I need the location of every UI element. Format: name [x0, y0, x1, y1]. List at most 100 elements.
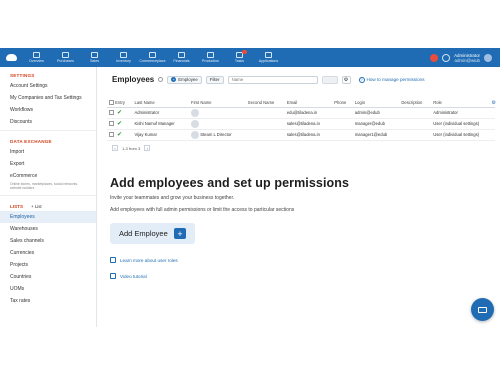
cell-second-name [245, 118, 285, 130]
nav-production[interactable]: Production [196, 48, 225, 67]
cell-login: manager@edub [352, 118, 400, 130]
manage-permissions-text: How to manage permissions [366, 77, 425, 82]
nav-financials[interactable]: Financials [167, 48, 196, 67]
add-employee-button-label: Add Employee [119, 229, 168, 238]
app-logo[interactable] [0, 48, 22, 67]
column-login[interactable]: Login [352, 98, 400, 108]
cloud-icon [5, 54, 17, 61]
row-checkbox[interactable] [109, 121, 114, 127]
sidebar-item-account-settings[interactable]: Account Settings [0, 80, 96, 92]
column-second-name[interactable]: Second Name [245, 98, 285, 108]
row-entry: ✔ [107, 129, 133, 141]
sidebar-item-sales-channels[interactable]: Sales channels [0, 235, 96, 247]
prev-page-button[interactable]: ‹ [112, 145, 118, 151]
bottom-margin [0, 327, 500, 375]
row-checkbox[interactable] [109, 132, 114, 138]
cell-avatar [189, 107, 246, 119]
video-tutorial-link[interactable]: Video tutorial [110, 273, 147, 279]
cell-email: edu@tiladena.in [284, 107, 333, 119]
envelope-icon [478, 306, 487, 313]
lists-header-row: LISTS + List [0, 198, 96, 211]
page-size-select[interactable] [321, 75, 338, 84]
account-info[interactable]: Administrator admin@wiub [454, 53, 480, 63]
manage-permissions-link[interactable]: ? How to manage permissions [358, 76, 425, 83]
sidebar-item-export[interactable]: Export [0, 158, 96, 170]
column-email[interactable]: Email [284, 98, 333, 108]
sidebar-item-employees[interactable]: Employees [0, 211, 96, 223]
check-icon: ✔ [117, 132, 123, 138]
select-all-checkbox[interactable] [109, 99, 114, 105]
cell-phone [332, 118, 353, 130]
add-employee-toolbar-button[interactable]: + Employee [167, 75, 202, 84]
sidebar-item-import[interactable]: Import [0, 146, 96, 158]
help-icon[interactable] [442, 53, 451, 62]
sidebar-item-workflows[interactable]: Workflows [0, 104, 96, 116]
pagination: ‹ 1-3 from 3 › [112, 145, 151, 151]
nav-overview[interactable]: Overview [22, 48, 51, 67]
factory-icon [207, 52, 214, 58]
filter-button[interactable]: Filter [205, 75, 224, 84]
cell-last-name: Administrator [132, 107, 190, 119]
sidebar-item-companies-tax[interactable]: My Companies and Tax Settings [0, 92, 96, 104]
row-entry: ✔ [107, 118, 133, 130]
apps-icon [265, 52, 272, 58]
first-name-text: Steam L Director [200, 131, 232, 137]
bag-icon [91, 52, 98, 58]
question-icon: ? [358, 76, 365, 83]
cell-phone [332, 107, 353, 119]
title-settings-icon[interactable] [158, 77, 164, 82]
table-header-row: Entry Last Name First Name Second Name E… [107, 98, 495, 108]
chat-button[interactable] [471, 298, 494, 321]
table-row[interactable]: ✔ Kishi Namuf Manager sales@tiladena.in … [107, 118, 495, 130]
column-first-name[interactable]: First Name [189, 98, 246, 108]
nav-inventory[interactable]: Inventory [109, 48, 138, 67]
hero-title: Add employees and set up permissions [110, 176, 350, 190]
check-icon: ✔ [117, 110, 123, 116]
gear-icon[interactable]: ⚙ [341, 75, 351, 84]
purchases-icon [62, 52, 69, 58]
column-last-name[interactable]: Last Name [132, 98, 190, 108]
avatar [191, 108, 200, 117]
sidebar-item-warehouses[interactable]: Warehouses [0, 223, 96, 235]
divider [0, 130, 96, 131]
column-settings-icon[interactable]: ⚙ [492, 100, 496, 106]
sidebar-item-projects[interactable]: Projects [0, 259, 96, 271]
add-list-button[interactable]: + List [31, 204, 42, 209]
table-row[interactable]: ✔ Administrator edu@tiladena.in admin@ed… [107, 107, 495, 119]
sidebar-item-tax-rates[interactable]: Tax rates [0, 295, 96, 307]
nav-purchases[interactable]: Purchases [51, 48, 80, 67]
money-icon [178, 52, 185, 58]
column-entry[interactable]: Entry [107, 98, 133, 108]
nav-sales[interactable]: Sales [80, 48, 109, 67]
learn-more-link[interactable]: Learn more about user roles [110, 257, 178, 263]
sidebar-item-uoms[interactable]: UOMs [0, 283, 96, 295]
divider [0, 195, 96, 196]
nav-commerceplace[interactable]: Commerceplace [138, 48, 167, 67]
add-employee-button[interactable]: Add Employee + [110, 223, 195, 244]
employees-table: Entry Last Name First Name Second Name E… [107, 98, 495, 141]
sidebar-item-ecommerce[interactable]: eCommerce [0, 170, 96, 182]
nav-right-area: Administrator admin@wiub [430, 48, 500, 67]
sidebar: SETTINGS Account Settings My Companies a… [0, 67, 97, 327]
sidebar-item-discounts[interactable]: Discounts [0, 116, 96, 128]
table-row[interactable]: ✔ Vijay Kumar Steam L Director sales@til… [107, 129, 495, 141]
column-phone[interactable]: Phone [332, 98, 353, 108]
notification-icon[interactable] [430, 53, 439, 62]
cell-phone [332, 129, 353, 141]
cell-second-name [245, 107, 285, 119]
next-page-button[interactable]: › [144, 145, 151, 151]
sidebar-item-countries[interactable]: Countries [0, 271, 96, 283]
cell-second-name [245, 129, 285, 141]
column-role[interactable]: Role [431, 98, 495, 108]
nav-tasks[interactable]: Tasks [225, 48, 254, 67]
avatar [191, 119, 200, 128]
nav-applications[interactable]: Applications [254, 48, 283, 67]
hero-line-2: Add employees with full admin permission… [110, 207, 295, 213]
toolbar: Employees +Employee Filter ⚙ ?How to man… [112, 75, 425, 84]
column-description[interactable]: Description [399, 98, 432, 108]
sidebar-item-currencies[interactable]: Currencies [0, 247, 96, 259]
row-checkbox[interactable] [109, 110, 114, 116]
avatar[interactable] [484, 53, 492, 62]
top-margin [0, 0, 500, 48]
name-search-input[interactable] [227, 75, 318, 84]
